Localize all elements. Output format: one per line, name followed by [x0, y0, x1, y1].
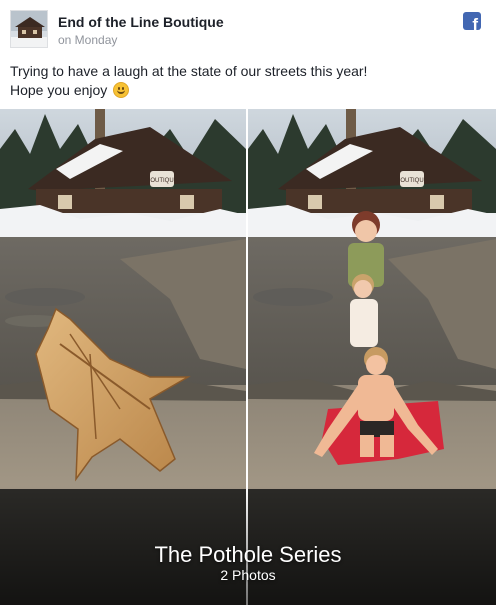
page-avatar[interactable] [10, 10, 48, 48]
post-message-line: Hope you enjoy [10, 81, 367, 100]
store-sign-text: BOUTIQUE [396, 178, 427, 184]
facebook-icon[interactable]: f [463, 12, 481, 30]
post-header: End of the Line Boutique on Monday f [0, 0, 496, 56]
post-message: Trying to have a laugh at the state of o… [10, 62, 367, 100]
album-photo-count: 2 Photos [220, 567, 276, 583]
facebook-logo-letter: f [472, 15, 478, 30]
photo-album[interactable]: BOUTIQUE BOUTIQUE The Pothole Series 2 P… [0, 109, 496, 605]
post-timestamp[interactable]: on Monday [58, 33, 117, 47]
store-sign-text: BOUTIQUE [146, 178, 177, 184]
post-message-line: Trying to have a laugh at the state of o… [10, 63, 368, 79]
page-name-link[interactable]: End of the Line Boutique [58, 14, 224, 30]
store-thumbnail-image [11, 11, 47, 47]
post-message-text: Hope you enjoy [10, 82, 108, 98]
album-title[interactable]: The Pothole Series [0, 542, 496, 568]
smiling-face-emoji-icon [113, 82, 130, 98]
